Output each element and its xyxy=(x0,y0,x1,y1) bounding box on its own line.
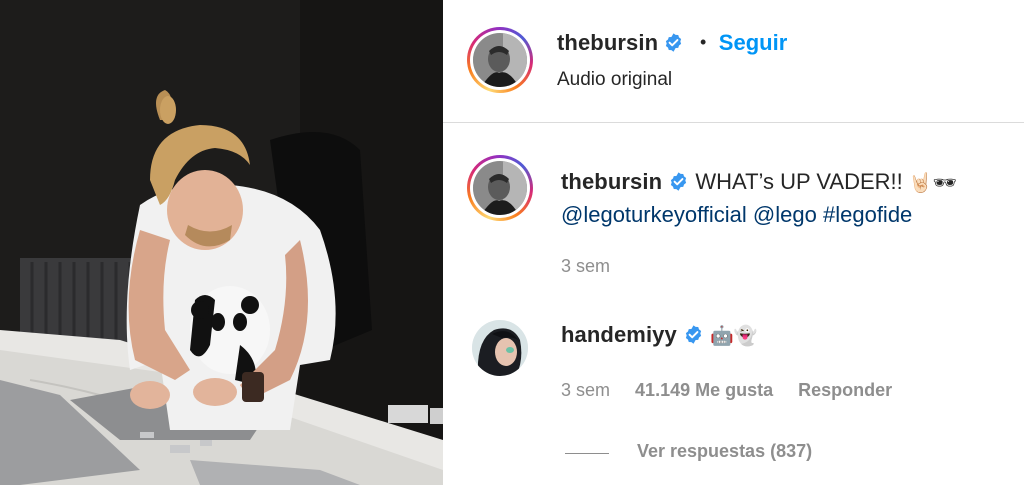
verified-badge-icon xyxy=(671,172,687,191)
author-avatar-image xyxy=(473,33,527,87)
hashtag-legofide[interactable]: #legofide xyxy=(823,202,912,227)
commenter-avatar-image xyxy=(472,320,528,376)
comment-meta: 3 sem 41.149 Me gusta Responder xyxy=(561,380,912,401)
follow-button[interactable]: Seguir xyxy=(719,30,787,55)
caption-author-username[interactable]: thebursin xyxy=(561,169,662,194)
post-media[interactable] xyxy=(0,0,443,485)
post-photo xyxy=(0,0,443,485)
audio-label[interactable]: Audio original xyxy=(557,69,672,91)
commenter-username[interactable]: handemiyy xyxy=(561,322,677,347)
caption-author-avatar[interactable] xyxy=(467,155,533,221)
comment-timestamp[interactable]: 3 sem xyxy=(561,380,610,400)
caption-emojis: 🤘🏻🕶 xyxy=(908,172,957,194)
verified-badge-icon xyxy=(665,33,681,52)
caption-avatar-image xyxy=(473,161,527,215)
comment: handemiyy 🤖👻 xyxy=(561,322,757,348)
author-username[interactable]: thebursin xyxy=(557,30,658,55)
post-sidebar: thebursin • Seguir Audio original thebur… xyxy=(443,0,1024,485)
mention-lego[interactable]: @lego xyxy=(753,202,817,227)
post-header: thebursin • Seguir xyxy=(557,30,787,56)
view-replies-button[interactable]: Ver respuestas (837) xyxy=(637,441,812,462)
caption-timestamp[interactable]: 3 sem xyxy=(561,256,610,277)
replies-divider-line xyxy=(565,453,609,454)
caption-text: WHAT’s UP VADER!! xyxy=(695,169,903,194)
mention-legoturkeyofficial[interactable]: @legoturkeyofficial xyxy=(561,202,747,227)
comment-emojis: 🤖👻 xyxy=(710,325,758,347)
reply-button[interactable]: Responder xyxy=(798,380,892,400)
author-avatar[interactable] xyxy=(467,27,533,93)
separator-dot: • xyxy=(700,32,707,52)
post-caption: thebursin WHAT’s UP VADER!! 🤘🏻🕶 @legotur… xyxy=(561,166,1001,230)
header-divider xyxy=(443,122,1024,123)
verified-badge-icon xyxy=(685,325,702,344)
comment-likes[interactable]: 41.149 Me gusta xyxy=(635,380,773,400)
commenter-avatar[interactable] xyxy=(472,320,528,376)
